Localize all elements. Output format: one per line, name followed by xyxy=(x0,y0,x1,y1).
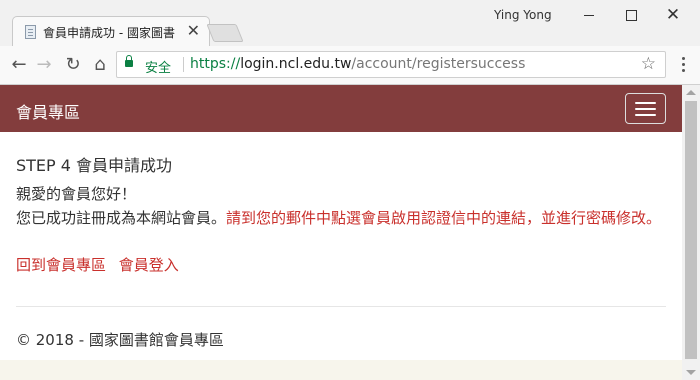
hamburger-icon[interactable] xyxy=(625,93,666,124)
forward-icon[interactable]: → xyxy=(33,54,55,76)
minimize-button[interactable] xyxy=(574,4,604,26)
greeting-text: 親愛的會員您好！ xyxy=(16,185,137,203)
minimize-icon xyxy=(584,14,594,16)
url-text[interactable]: https://login.ncl.edu.tw/account/registe… xyxy=(190,56,525,72)
login-link[interactable]: 會員登入 xyxy=(119,256,179,274)
scroll-down-icon[interactable] xyxy=(686,370,696,375)
title-bar: 會員申請成功 - 國家圖書 ✕ Ying Yong ✕ xyxy=(0,0,700,47)
page-title: STEP 4 會員申請成功 xyxy=(16,156,173,175)
scroll-thumb[interactable] xyxy=(685,101,697,359)
url-path: /account/registersuccess xyxy=(351,56,526,72)
site-navbar: 會員專區 xyxy=(0,85,682,132)
footer-divider xyxy=(16,306,666,307)
close-icon[interactable]: ✕ xyxy=(187,22,200,40)
success-message: 您已成功註冊成為本網站會員。請到您的郵件中點選會員啟用認證信中的連結，並進行密碼… xyxy=(16,206,666,230)
secure-label[interactable]: 安全 xyxy=(145,57,171,76)
back-icon[interactable]: ← xyxy=(8,54,30,76)
address-bar[interactable]: 安全 https://login.ncl.edu.tw/account/regi… xyxy=(116,51,666,78)
message-warning: 請到您的郵件中點選會員啟用認證信中的連結，並進行密碼修改。 xyxy=(226,209,662,227)
navbar-brand[interactable]: 會員專區 xyxy=(16,99,80,123)
star-icon[interactable]: ☆ xyxy=(641,54,656,74)
bottom-strip xyxy=(0,360,682,380)
maximize-icon xyxy=(625,9,637,21)
maximize-button[interactable] xyxy=(616,4,646,26)
window-close-button[interactable]: ✕ xyxy=(658,4,688,26)
menu-icon[interactable] xyxy=(676,55,690,75)
profile-name[interactable]: Ying Yong xyxy=(494,8,552,22)
browser-toolbar: ← → ↻ ⌂ 安全 https://login.ncl.edu.tw/acco… xyxy=(0,46,700,85)
tab-title: 會員申請成功 - 國家圖書 xyxy=(43,26,175,40)
footer-copyright: © 2018 - 國家圖書館會員專區 xyxy=(16,331,224,349)
url-scheme: https:// xyxy=(190,56,241,72)
message-normal: 您已成功註冊成為本網站會員。 xyxy=(16,209,227,227)
home-icon[interactable]: ⌂ xyxy=(89,54,111,76)
vertical-scrollbar[interactable] xyxy=(682,85,700,380)
url-host: login.ncl.edu.tw xyxy=(240,56,352,72)
page-icon xyxy=(25,25,36,39)
scroll-up-icon[interactable] xyxy=(686,90,696,95)
page-viewport: 會員專區 STEP 4 會員申請成功 親愛的會員您好！ 您已成功註冊成為本網站會… xyxy=(0,85,682,360)
new-tab-button[interactable] xyxy=(206,24,244,42)
browser-tab[interactable]: 會員申請成功 - 國家圖書 ✕ xyxy=(12,16,210,47)
omnibox-separator xyxy=(183,57,184,72)
reload-icon[interactable]: ↻ xyxy=(62,54,84,76)
member-area-link[interactable]: 回到會員專區 xyxy=(16,256,106,274)
action-links: 回到會員專區 會員登入 xyxy=(16,254,187,275)
lock-icon[interactable] xyxy=(125,55,133,67)
